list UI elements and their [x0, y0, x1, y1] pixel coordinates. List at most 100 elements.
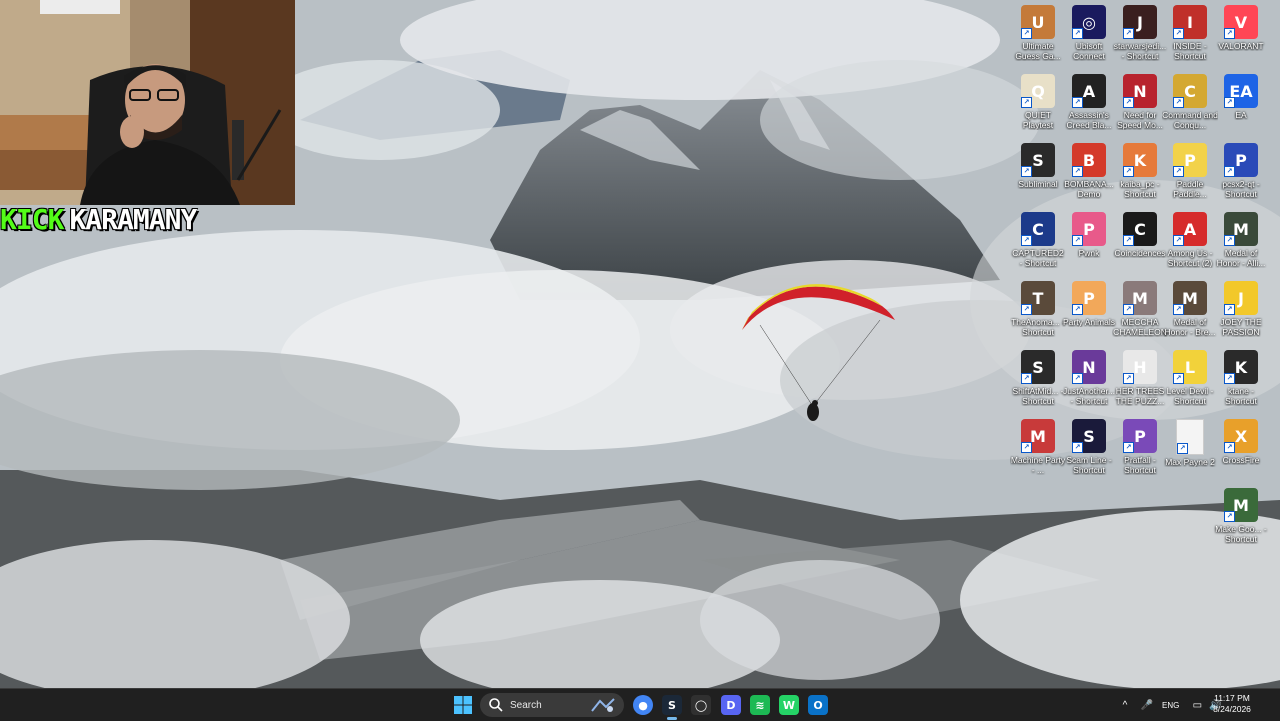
icon-glyph: P — [1083, 288, 1095, 308]
desktop-icon[interactable]: I ↗ INSIDE - Shortcut — [1165, 3, 1215, 69]
desktop-icon[interactable]: J ↗ starwarsjedi... - Shortcut — [1114, 3, 1166, 69]
desktop-icon[interactable]: C ↗ Coincidences — [1114, 210, 1166, 276]
make-goo-icon: M ↗ — [1224, 488, 1258, 522]
shortcut-arrow-icon: ↗ — [1123, 373, 1134, 384]
desktop-icon[interactable]: M ↗ Medal of Honor - Alli... — [1216, 210, 1266, 276]
desktop-icon[interactable]: X ↗ CrossFire — [1216, 417, 1266, 483]
spotify-icon[interactable]: ≋ — [750, 695, 770, 715]
icon-glyph: P — [1083, 219, 1095, 239]
shortcut-arrow-icon: ↗ — [1173, 235, 1184, 246]
streamer-name: KARAMANY — [69, 203, 197, 236]
desktop-icon[interactable]: ↗ Max Payne 2 — [1165, 417, 1215, 483]
icon-glyph: U — [1031, 12, 1045, 32]
icon-glyph: N — [1082, 357, 1096, 377]
inside-icon: I ↗ — [1173, 5, 1207, 39]
whatsapp-icon[interactable]: W — [779, 695, 799, 715]
desktop-icon-label: Medal of Honor - Alli... — [1216, 248, 1266, 268]
shortcut-arrow-icon: ↗ — [1072, 166, 1083, 177]
command-conquer-icon: C ↗ — [1173, 74, 1207, 108]
app-glyph: ≋ — [755, 698, 765, 712]
desktop-icon[interactable]: T ↗ TheAnoma... - Shortcut — [1011, 279, 1065, 345]
shortcut-arrow-icon: ↗ — [1173, 97, 1184, 108]
desktop-icon[interactable]: M ↗ Machine Party - ... — [1011, 417, 1065, 483]
icon-glyph: V — [1234, 12, 1248, 32]
medal-of-honor-icon: M ↗ — [1224, 212, 1258, 246]
icon-glyph: M — [1030, 426, 1046, 446]
icon-glyph: L — [1184, 357, 1196, 377]
ktane-icon: K ↗ — [1224, 350, 1258, 384]
discord-icon[interactable]: D — [721, 695, 741, 715]
desktop-icon-label: INSIDE - Shortcut — [1173, 41, 1207, 61]
desktop-icon[interactable]: S ↗ Scam Line - Shortcut — [1064, 417, 1114, 483]
desktop-icon[interactable]: A ↗ Assassin's Creed Bla... — [1064, 72, 1114, 138]
desktop-icon[interactable]: ◎ ↗ Ubisoft Connect — [1064, 3, 1114, 69]
desktop-icon[interactable]: N ↗ JustAnother... - Shortcut — [1063, 348, 1115, 414]
icon-glyph: A — [1183, 219, 1197, 239]
desktop-icon[interactable]: L ↗ Level Devil - Shortcut — [1165, 348, 1215, 414]
desktop-icon[interactable]: C ↗ CAPTURED2 - Shortcut — [1012, 210, 1064, 276]
start-button[interactable] — [453, 695, 473, 715]
taskbar-search[interactable]: Search — [480, 693, 624, 717]
steam-icon[interactable]: S — [662, 695, 682, 715]
desktop-icon[interactable]: M ↗ Make Goo... - Shortcut — [1215, 486, 1267, 552]
desktop-icon-label: Max Payne 2 — [1165, 457, 1215, 467]
desktop-icon[interactable]: M ↗ MECCHA CHAMELEON — [1113, 279, 1167, 345]
desktop-icon[interactable]: S ↗ ShiftAtMid... - Shortcut — [1012, 348, 1064, 414]
desktop-icon[interactable]: C ↗ Command and Conqu... — [1162, 72, 1218, 138]
icon-glyph: K — [1133, 150, 1147, 170]
shortcut-arrow-icon: ↗ — [1224, 166, 1235, 177]
chrome-icon[interactable]: ● — [633, 695, 653, 715]
desktop-icon-label: pcsx2-qt - Shortcut — [1222, 179, 1260, 199]
desktop-icon-label: Pratfall - Shortcut — [1124, 455, 1156, 475]
desktop-icon[interactable]: N ↗ Need for Speed Mo... — [1115, 72, 1165, 138]
desktop-icon[interactable]: P ↗ pcsx2-qt - Shortcut — [1216, 141, 1266, 207]
desktop-icon[interactable]: S ↗ Subliminal — [1013, 141, 1063, 207]
desktop-icon[interactable]: H ↗ HER TREES THE PUZZ... — [1115, 348, 1165, 414]
desktop-icon[interactable]: P ↗ Party Animals — [1063, 279, 1115, 345]
party-animals-icon: P ↗ — [1072, 281, 1106, 315]
icon-glyph: M — [1233, 495, 1249, 515]
desktop-icon-label: EA — [1235, 110, 1247, 120]
shortcut-arrow-icon: ↗ — [1072, 28, 1083, 39]
trees-icon: H ↗ — [1123, 350, 1157, 384]
chevron-up-icon[interactable]: ^ — [1118, 700, 1132, 711]
crossfire-icon: X ↗ — [1224, 419, 1258, 453]
desktop-icon[interactable]: B ↗ BOMBANA... Demo — [1064, 141, 1114, 207]
github-icon[interactable]: ◯ — [691, 695, 711, 715]
outlook-icon[interactable]: O — [808, 695, 828, 715]
desktop-icon-label: kaiba_pc - Shortcut — [1120, 179, 1160, 199]
pcsx2-icon: P ↗ — [1224, 143, 1258, 177]
desktop-icon[interactable]: Q ↗ QUIET Playtest — [1013, 72, 1063, 138]
desktop-icon[interactable]: K ↗ kaiba_pc - Shortcut — [1115, 141, 1165, 207]
taskbar-clock[interactable]: 11:17 PM 8/24/2026 — [1202, 693, 1262, 715]
desktop-icon-label: Level Devil - Shortcut — [1166, 386, 1214, 406]
desktop-icon[interactable]: U ↗ Ultimate Guess Ga... — [1013, 3, 1063, 69]
desktop-icon[interactable]: A ↗ Among Us - Shortcut (2) — [1165, 210, 1215, 276]
taskbar: Search ● S ◯ D ≋ W O ^ 🎤 ENG ▭ 🔊 11:17 PM 8/24… — [0, 688, 1280, 721]
icon-glyph: T — [1032, 288, 1044, 308]
icon-glyph: P — [1235, 150, 1247, 170]
desktop-icon[interactable]: K ↗ ktane - Shortcut — [1216, 348, 1266, 414]
desktop-icon[interactable]: P ↗ Pwnk — [1064, 210, 1114, 276]
icon-glyph: I — [1187, 12, 1193, 32]
icon-glyph: H — [1133, 357, 1147, 377]
app-glyph: O — [813, 698, 823, 712]
among-us-icon: A ↗ — [1173, 212, 1207, 246]
machine-party-icon: M ↗ — [1021, 419, 1055, 453]
microphone-icon[interactable]: 🎤 — [1138, 700, 1156, 711]
desktop-icon[interactable]: P ↗ Pratfall - Shortcut — [1115, 417, 1165, 483]
icon-glyph: S — [1083, 426, 1095, 446]
ea-icon: EA ↗ — [1224, 74, 1258, 108]
icon-glyph: S — [1032, 357, 1044, 377]
language-indicator[interactable]: ENG — [1162, 701, 1179, 710]
desktop-icon-label: Pwnk — [1078, 248, 1100, 258]
desktop-icon[interactable]: J ↗ JOEY THE PASSION — [1216, 279, 1266, 345]
desktop-icon-label: Subliminal — [1018, 179, 1058, 189]
shortcut-arrow-icon: ↗ — [1072, 235, 1083, 246]
desktop-icon-label: JOEY THE PASSION — [1220, 317, 1262, 337]
shortcut-arrow-icon: ↗ — [1123, 304, 1134, 315]
desktop-icon[interactable]: M ↗ Medal of Honor - Bre... — [1164, 279, 1216, 345]
desktop-icon[interactable]: V ↗ VALORANT — [1216, 3, 1266, 69]
desktop-icon[interactable]: P ↗ Paddle Paddle... — [1165, 141, 1215, 207]
desktop-icon[interactable]: EA ↗ EA — [1216, 72, 1266, 138]
